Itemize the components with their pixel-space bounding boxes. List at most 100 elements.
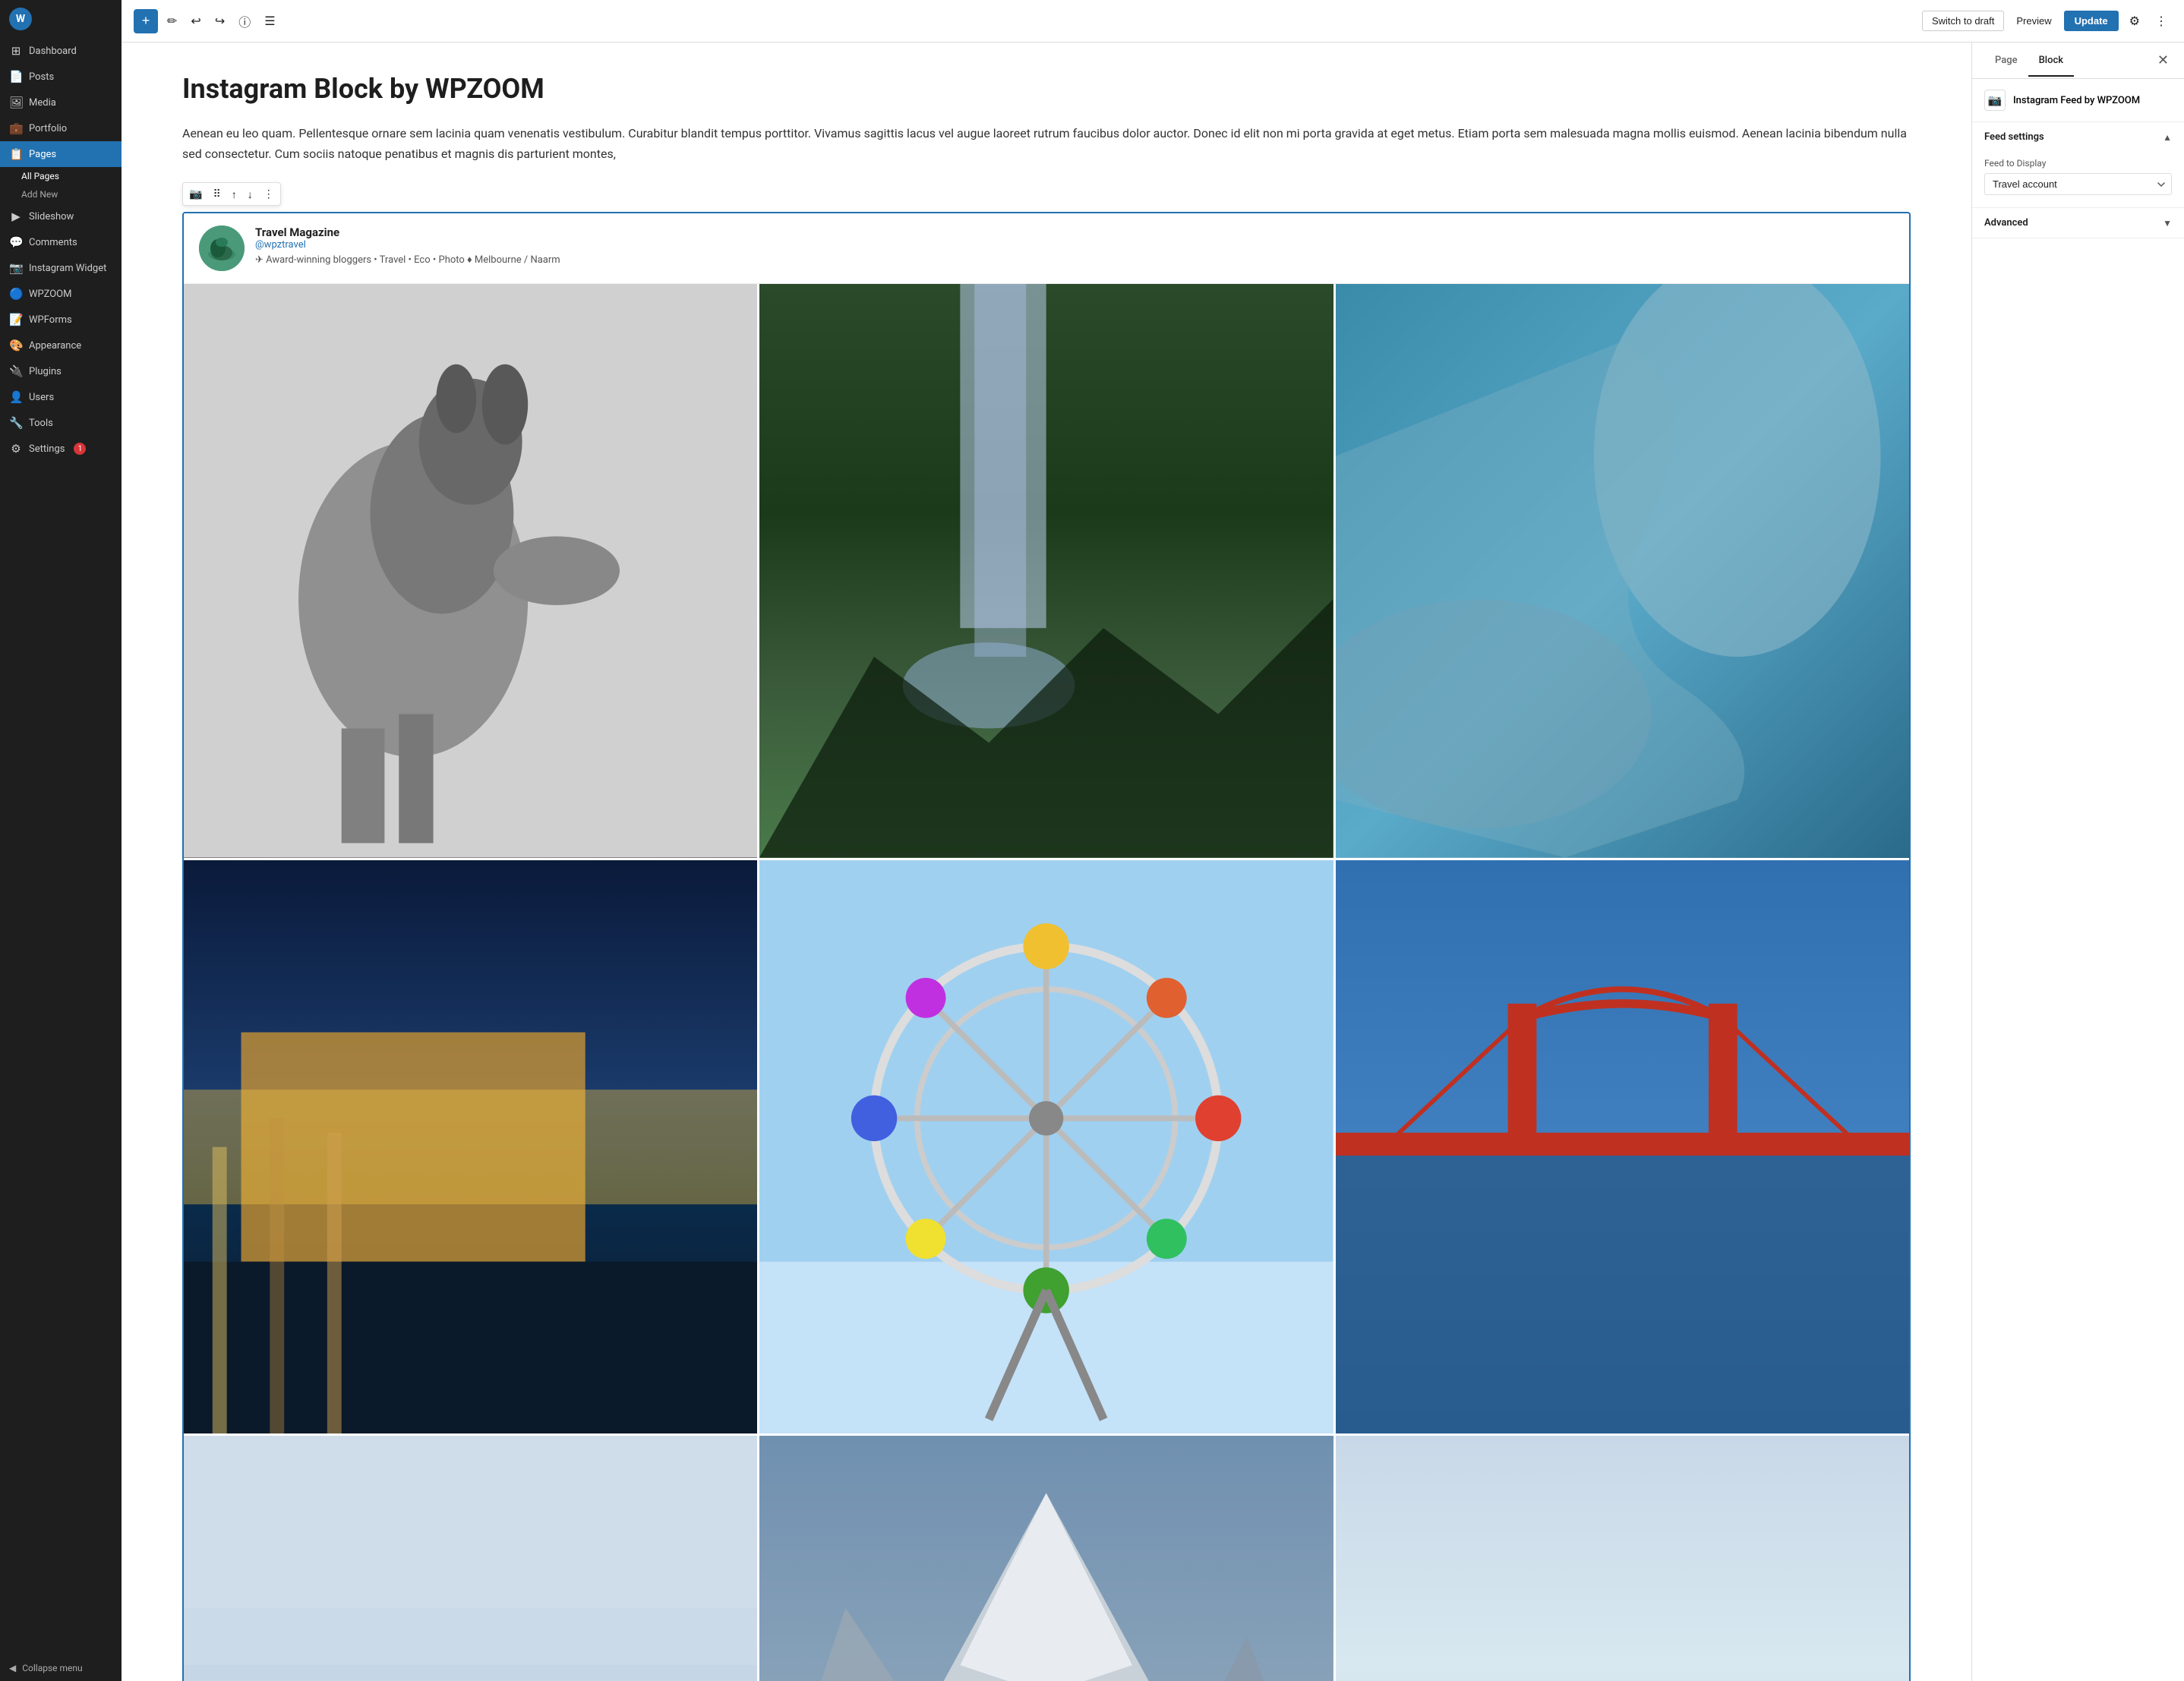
photo-cell-2	[759, 284, 1333, 857]
pen-button[interactable]: ✏	[163, 9, 181, 33]
wp-logo-icon: W	[9, 8, 32, 30]
collapse-icon: ◀	[9, 1663, 16, 1673]
list-icon: ☰	[264, 14, 275, 29]
sidebar-item-users[interactable]: 👤 Users	[0, 384, 122, 410]
switch-to-draft-button[interactable]: Switch to draft	[1922, 11, 2004, 31]
undo-button[interactable]: ↩	[186, 9, 205, 33]
dashboard-icon: ⊞	[9, 44, 23, 58]
instagram-block-icon: 📷	[1988, 93, 2003, 107]
sidebar-item-appearance[interactable]: 🎨 Appearance	[0, 333, 122, 358]
collapse-menu-button[interactable]: ◀ Collapse menu	[0, 1655, 122, 1681]
panel-close-button[interactable]: ✕	[2154, 49, 2172, 71]
instagram-profile: Travel Magazine @wpztravel ✈ Award-winni…	[184, 213, 1909, 284]
sidebar-item-tools[interactable]: 🔧 Tools	[0, 410, 122, 436]
feed-settings-header[interactable]: Feed settings ▲	[1972, 122, 2184, 152]
feed-settings-title: Feed settings	[1984, 131, 2044, 143]
profile-handle: @wpztravel	[255, 239, 1894, 251]
block-instagram-icon-btn[interactable]: 📷	[185, 184, 207, 203]
block-more-options-button[interactable]: ⋮	[259, 184, 279, 203]
tab-page[interactable]: Page	[1984, 46, 2028, 77]
photo-cell-9	[1336, 1436, 1909, 1681]
settings-icon: ⚙	[9, 442, 23, 456]
users-icon: 👤	[9, 390, 23, 404]
wpzoom-icon: 🔵	[9, 287, 23, 301]
sidebar-item-pages[interactable]: 📋 Pages	[0, 141, 122, 167]
info-icon: ⓘ	[238, 12, 251, 30]
right-panel: Page Block ✕ 📷 Instagram Feed by WPZOOM …	[1971, 43, 2184, 1681]
post-title[interactable]: Instagram Block by WPZOOM	[182, 73, 1911, 105]
media-icon: 🖼	[9, 96, 23, 109]
editor-content[interactable]: Instagram Block by WPZOOM Aenean eu leo …	[122, 43, 1971, 1681]
photo-cell-5	[759, 860, 1333, 1433]
photo-cell-7	[184, 1436, 757, 1681]
feed-settings-section: Feed settings ▲ Feed to Display Travel a…	[1972, 122, 2184, 208]
sidebar-item-portfolio[interactable]: 💼 Portfolio	[0, 115, 122, 141]
appearance-icon: 🎨	[9, 339, 23, 352]
toolbar-left: + ✏ ↩ ↪ ⓘ ☰	[134, 8, 280, 35]
plugins-icon: 🔌	[9, 364, 23, 378]
post-body[interactable]: Aenean eu leo quam. Pellentesque ornare …	[182, 123, 1911, 164]
advanced-section-header[interactable]: Advanced ▼	[1972, 208, 2184, 238]
more-options-button[interactable]: ⋮	[2151, 9, 2172, 33]
advanced-section-title: Advanced	[1984, 217, 2028, 229]
sidebar-sub-add-new[interactable]: Add New	[0, 185, 122, 203]
editor-area: Instagram Block by WPZOOM Aenean eu leo …	[122, 43, 2184, 1681]
profile-name: Travel Magazine	[255, 226, 1894, 239]
block-toolbar: 📷 ⠿ ↑ ↓ ⋮	[182, 182, 281, 206]
comments-icon: 💬	[9, 235, 23, 249]
tab-block[interactable]: Block	[2028, 46, 2074, 77]
undo-icon: ↩	[191, 14, 200, 29]
pages-icon: 📋	[9, 147, 23, 161]
sidebar: W ⊞ Dashboard 📄 Posts 🖼 Media 💼 Portfoli…	[0, 0, 122, 1681]
toolbar-right: Switch to draft Preview Update ⚙ ⋮	[1922, 9, 2172, 33]
sidebar-item-comments[interactable]: 💬 Comments	[0, 229, 122, 255]
portfolio-icon: 💼	[9, 121, 23, 135]
panel-block-header: 📷 Instagram Feed by WPZOOM	[1972, 79, 2184, 122]
instagram-feed-block: Travel Magazine @wpztravel ✈ Award-winni…	[182, 212, 1911, 1681]
list-view-button[interactable]: ☰	[260, 9, 279, 33]
block-title: Instagram Feed by WPZOOM	[2013, 95, 2140, 106]
photo-cell-8	[759, 1436, 1333, 1681]
block-icon: 📷	[1984, 90, 2006, 111]
sidebar-sub-all-pages[interactable]: All Pages	[0, 167, 122, 185]
photo-cell-6	[1336, 860, 1909, 1433]
redo-button[interactable]: ↪	[210, 9, 229, 33]
posts-icon: 📄	[9, 70, 23, 84]
wpforms-icon: 📝	[9, 313, 23, 326]
preview-button[interactable]: Preview	[2010, 11, 2057, 30]
advanced-chevron-down-icon: ▼	[2163, 218, 2172, 229]
settings-panel-button[interactable]: ⚙	[2125, 9, 2145, 33]
chevron-up-icon: ↑	[232, 188, 237, 200]
sidebar-item-wpzoom[interactable]: 🔵 WPZOOM	[0, 281, 122, 307]
sidebar-logo: W	[0, 0, 122, 38]
settings-gear-icon: ⚙	[2129, 14, 2140, 29]
instagram-icon: 📷	[189, 188, 202, 200]
chevron-down-icon: ↓	[248, 188, 253, 200]
photo-cell-3	[1336, 284, 1909, 857]
instagram-widget-icon: 📷	[9, 261, 23, 275]
sidebar-item-plugins[interactable]: 🔌 Plugins	[0, 358, 122, 384]
toolbar: + ✏ ↩ ↪ ⓘ ☰ Switch to draft Preview Upda…	[122, 0, 2184, 43]
sidebar-item-instagram-widget[interactable]: 📷 Instagram Widget	[0, 255, 122, 281]
sidebar-item-wpforms[interactable]: 📝 WPForms	[0, 307, 122, 333]
profile-bio: ✈ Award-winning bloggers • Travel • Eco …	[255, 254, 1894, 266]
block-drag-handle[interactable]: ⠿	[208, 184, 225, 203]
update-button[interactable]: Update	[2064, 11, 2119, 31]
sidebar-item-dashboard[interactable]: ⊞ Dashboard	[0, 38, 122, 64]
sidebar-item-settings[interactable]: ⚙ Settings 1	[0, 436, 122, 462]
info-button[interactable]: ⓘ	[234, 8, 255, 35]
panel-tabs: Page Block	[1984, 46, 2074, 76]
photo-cell-1	[184, 284, 757, 857]
advanced-section: Advanced ▼	[1972, 208, 2184, 238]
panel-header: Page Block ✕	[1972, 43, 2184, 79]
add-block-button[interactable]: +	[134, 9, 158, 33]
block-move-down-button[interactable]: ↓	[243, 185, 257, 203]
block-move-up-button[interactable]: ↑	[227, 185, 241, 203]
sidebar-item-posts[interactable]: 📄 Posts	[0, 64, 122, 90]
profile-avatar	[199, 226, 245, 271]
feed-to-display-select[interactable]: Travel account Default feed Custom feed	[1984, 173, 2172, 195]
sidebar-item-slideshow[interactable]: ▶ Slideshow	[0, 203, 122, 229]
sidebar-item-media[interactable]: 🖼 Media	[0, 90, 122, 115]
redo-icon: ↪	[215, 14, 225, 29]
profile-info: Travel Magazine @wpztravel ✈ Award-winni…	[255, 226, 1894, 266]
